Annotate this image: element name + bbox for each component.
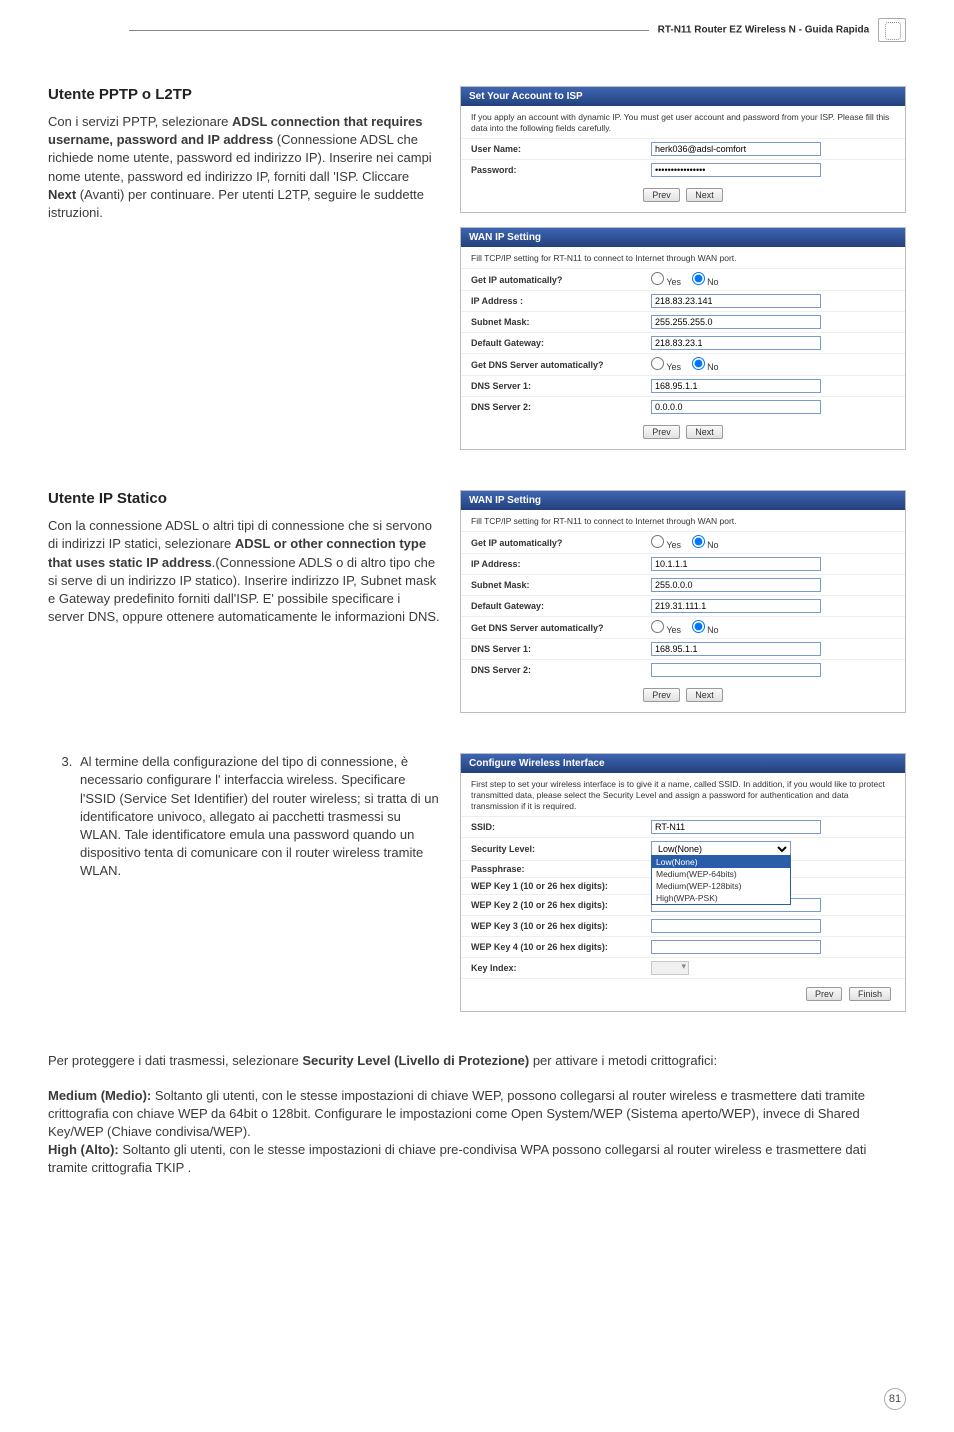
getip-no-radio[interactable] [692,272,705,285]
wan1-desc: Fill TCP/IP setting for RT-N11 to connec… [461,247,905,268]
dns1-label: DNS Server 1: [471,644,651,654]
getdns-no-radio[interactable] [692,620,705,633]
ipaddr-label: IP Address : [471,296,651,306]
ipaddr-input[interactable] [651,557,821,571]
isp-desc: If you apply an account with dynamic IP.… [461,106,905,138]
screenshot-isp-account: Set Your Account to ISP If you apply an … [460,86,906,213]
wepkey3-label: WEP Key 3 (10 or 26 hex digits): [471,921,651,931]
screenshot-wan-1: WAN IP Setting Fill TCP/IP setting for R… [460,227,906,450]
wepkey4-label: WEP Key 4 (10 or 26 hex digits): [471,942,651,952]
header-rule [129,30,649,31]
dns1-label: DNS Server 1: [471,381,651,391]
security-option-wpapsk[interactable]: High(WPA-PSK) [652,892,790,904]
getdns-yes-radio[interactable] [651,620,664,633]
prev-button[interactable]: Prev [643,688,680,702]
next-button[interactable]: Next [686,188,723,202]
getdns-no-radio[interactable] [692,357,705,370]
next-button[interactable]: Next [686,425,723,439]
page-number: 81 [884,1388,906,1410]
section2-heading: Utente IP Statico [48,490,440,507]
getip-auto-label: Get IP automatically? [471,275,651,285]
dns2-label: DNS Server 2: [471,402,651,412]
isp-banner: Set Your Account to ISP [461,87,905,106]
getip-auto-label: Get IP automatically? [471,538,651,548]
wepkey2-label: WEP Key 2 (10 or 26 hex digits): [471,900,651,910]
wan1-banner: WAN IP Setting [461,228,905,247]
dns1-input[interactable] [651,642,821,656]
prev-button[interactable]: Prev [643,188,680,202]
wepkey4-input [651,940,821,954]
subnet-label: Subnet Mask: [471,580,651,590]
prev-button[interactable]: Prev [806,987,843,1001]
ipaddr-input[interactable] [651,294,821,308]
passphrase-label: Passphrase: [471,864,651,874]
subnet-label: Subnet Mask: [471,317,651,327]
wan2-banner: WAN IP Setting [461,491,905,510]
wepkey1-label: WEP Key 1 (10 or 26 hex digits): [471,881,651,891]
gateway-input[interactable] [651,599,821,613]
user-name-label: User Name: [471,144,651,154]
security-option-wep64[interactable]: Medium(WEP-64bits) [652,868,790,880]
router-icon [878,18,906,42]
step-list: Al termine della configurazione del tipo… [76,753,440,880]
getdns-auto-label: Get DNS Server automatically? [471,623,651,633]
section2-body: Con la connessione ADSL o altri tipi di … [48,517,440,626]
getip-no-radio[interactable] [692,535,705,548]
screenshot-wan-2: WAN IP Setting Fill TCP/IP setting for R… [460,490,906,713]
security-level-dropdown: Low(None) Medium(WEP-64bits) Medium(WEP-… [651,855,791,905]
gateway-label: Default Gateway: [471,601,651,611]
page-footer: 81 [884,1388,906,1410]
wepkey3-input [651,919,821,933]
section1-heading: Utente PPTP o L2TP [48,86,440,103]
dns2-label: DNS Server 2: [471,665,651,675]
high-paragraph: High (Alto): Soltanto gli utenti, con le… [48,1141,906,1177]
security-option-wep128[interactable]: Medium(WEP-128bits) [652,880,790,892]
getip-yes-radio[interactable] [651,272,664,285]
ipaddr-label: IP Address: [471,559,651,569]
security-option-low[interactable]: Low(None) [652,856,790,868]
password-label: Password: [471,165,651,175]
dns1-input[interactable] [651,379,821,393]
header-title: RT-N11 Router EZ Wireless N - Guida Rapi… [658,25,870,36]
prev-button[interactable]: Prev [643,425,680,439]
wan2-desc: Fill TCP/IP setting for RT-N11 to connec… [461,510,905,531]
wireless-banner: Configure Wireless Interface [461,754,905,773]
medium-paragraph: Medium (Medio): Soltanto gli utenti, con… [48,1087,906,1142]
ssid-label: SSID: [471,822,651,832]
header-bar: RT-N11 Router EZ Wireless N - Guida Rapi… [129,18,906,42]
subnet-input[interactable] [651,315,821,329]
next-button[interactable]: Next [686,688,723,702]
wireless-desc: First step to set your wireless interfac… [461,773,905,816]
subnet-input[interactable] [651,578,821,592]
gateway-label: Default Gateway: [471,338,651,348]
dns2-input[interactable] [651,663,821,677]
screenshot-wireless: Configure Wireless Interface First step … [460,753,906,1012]
user-name-input[interactable] [651,142,821,156]
step-3: Al termine della configurazione del tipo… [76,753,440,880]
keyindex-label: Key Index: [471,963,651,973]
security-level-label: Security Level: [471,844,651,854]
gateway-input[interactable] [651,336,821,350]
ssid-input[interactable] [651,820,821,834]
security-intro: Per proteggere i dati trasmessi, selezio… [48,1052,906,1070]
getdns-yes-radio[interactable] [651,357,664,370]
getdns-auto-label: Get DNS Server automatically? [471,360,651,370]
section1-body: Con i servizi PPTP, selezionare ADSL con… [48,113,440,222]
password-input[interactable] [651,163,821,177]
dns2-input[interactable] [651,400,821,414]
getip-yes-radio[interactable] [651,535,664,548]
finish-button[interactable]: Finish [849,987,891,1001]
keyindex-select[interactable] [651,961,689,975]
